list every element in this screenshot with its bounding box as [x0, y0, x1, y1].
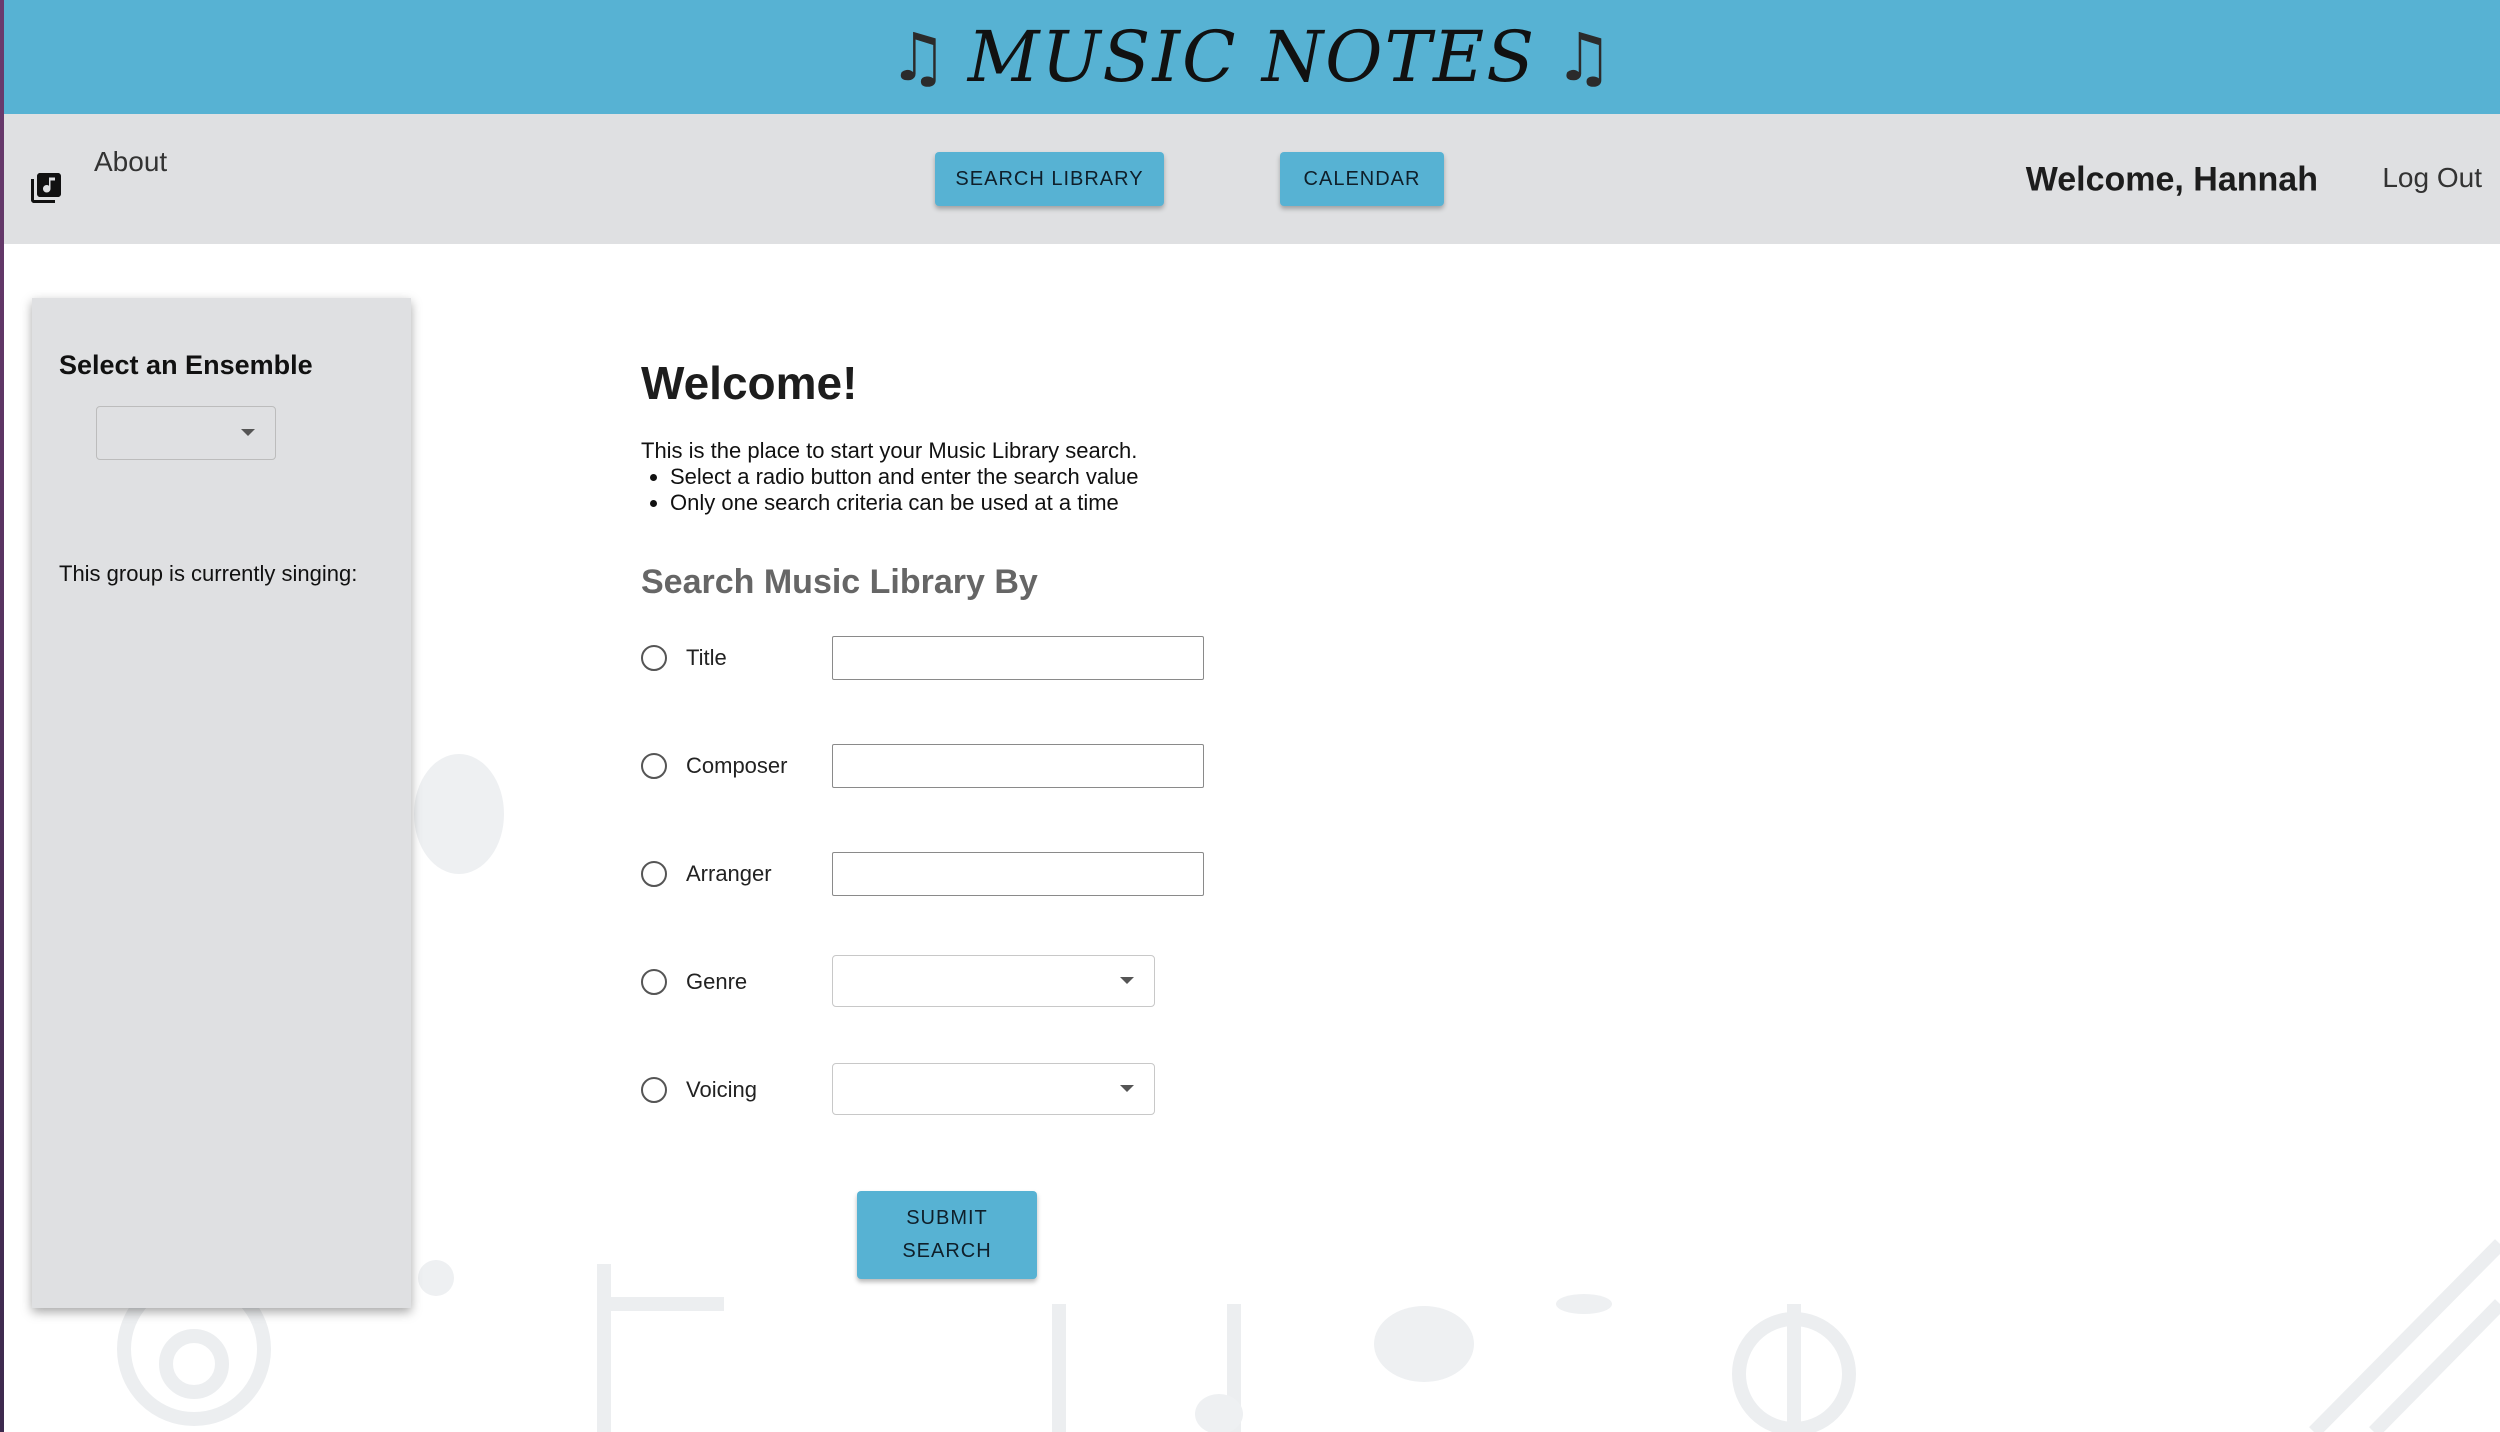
chevron-down-icon — [241, 429, 255, 436]
list-item: Only one search criteria can be used at … — [670, 490, 1138, 516]
chevron-down-icon — [1120, 977, 1134, 984]
label-voicing: Voicing — [686, 1077, 757, 1102]
submit-label-line1: SUBMIT — [906, 1207, 988, 1229]
arranger-input[interactable] — [832, 852, 1204, 896]
genre-select[interactable] — [832, 955, 1155, 1007]
music-note-icon: ♫ — [888, 18, 950, 96]
submit-search-button[interactable]: SUBMIT SEARCH — [857, 1191, 1037, 1279]
ensemble-select[interactable] — [96, 406, 276, 460]
label-arranger: Arranger — [686, 861, 772, 886]
label-title: Title — [686, 645, 727, 670]
intro-text: This is the place to start your Music Li… — [641, 438, 1138, 463]
composer-input[interactable] — [832, 744, 1204, 788]
search-heading: Search Music Library By — [641, 563, 1038, 601]
music-note-icon: ♫ — [1554, 18, 1616, 96]
radio-title[interactable] — [641, 645, 667, 671]
about-link[interactable]: About — [94, 146, 167, 178]
chevron-down-icon — [1120, 1085, 1134, 1092]
app-title-text: MUSIC NOTES — [967, 16, 1537, 98]
radio-arranger[interactable] — [641, 861, 667, 887]
welcome-user-text: Welcome, Hannah — [2025, 160, 2318, 199]
page-title: Welcome! — [641, 357, 858, 409]
currently-singing-label: This group is currently singing: — [59, 561, 358, 586]
label-genre: Genre — [686, 969, 748, 994]
app-title: ♫ MUSIC NOTES ♫ — [889, 16, 1616, 98]
radio-composer[interactable] — [641, 753, 667, 779]
radio-genre[interactable] — [641, 969, 667, 995]
voicing-select[interactable] — [832, 1063, 1155, 1115]
title-input[interactable] — [832, 636, 1204, 680]
sidebar-title: Select an Ensemble — [59, 350, 313, 380]
instructions-list: Select a radio button and enter the sear… — [641, 464, 1138, 516]
list-item: Select a radio button and enter the sear… — [670, 464, 1138, 490]
ensemble-sidebar: Select an Ensemble This group is current… — [32, 298, 411, 1308]
calendar-button[interactable]: CALENDAR — [1280, 152, 1444, 206]
submit-label-line2: SEARCH — [902, 1240, 992, 1262]
search-library-button[interactable]: SEARCH LIBRARY — [935, 152, 1164, 206]
music-library-icon[interactable] — [28, 170, 64, 206]
radio-voicing[interactable] — [641, 1077, 667, 1103]
label-composer: Composer — [686, 753, 788, 778]
app-header: ♫ MUSIC NOTES ♫ — [4, 0, 2500, 114]
logout-link[interactable]: Log Out — [2382, 162, 2482, 194]
